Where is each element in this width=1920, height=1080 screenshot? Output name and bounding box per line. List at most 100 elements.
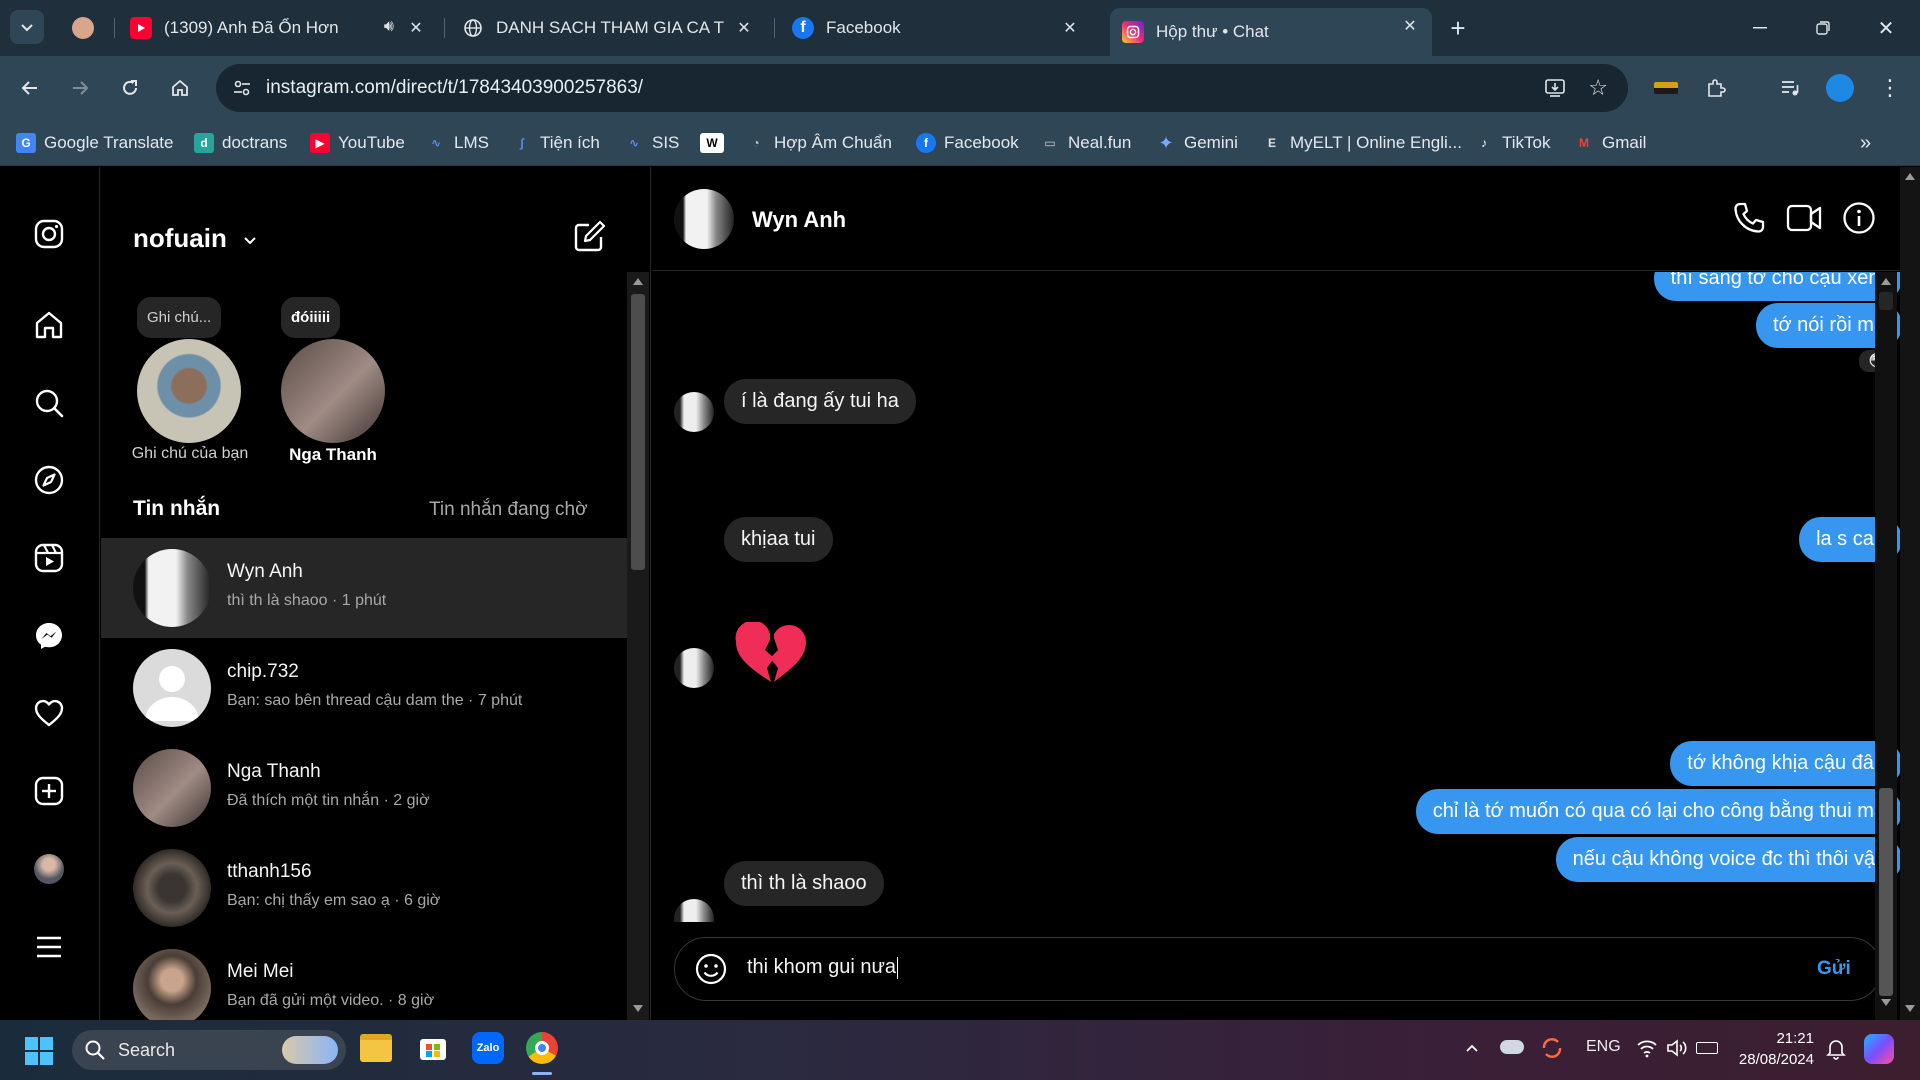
volume-icon[interactable]: [1666, 1038, 1688, 1058]
zalo-icon[interactable]: Zalo: [472, 1032, 504, 1064]
bookmark-sis[interactable]: ∿ SIS: [624, 130, 679, 156]
page-scrollbar[interactable]: [1900, 167, 1920, 1020]
contact-avatar[interactable]: [674, 189, 734, 249]
message-outgoing[interactable]: nếu cậu không voice đc thì thôi vậy: [1555, 837, 1902, 882]
install-app-icon[interactable]: [1544, 77, 1566, 99]
message-outgoing[interactable]: tớ không khịa cậu đâu: [1670, 741, 1902, 786]
site-info-icon[interactable]: [232, 78, 252, 98]
close-tab-icon[interactable]: ✕: [1398, 14, 1422, 38]
copilot-icon[interactable]: [1864, 1034, 1894, 1064]
more-menu-icon[interactable]: [30, 928, 68, 966]
bookmark-gemini[interactable]: ✦ Gemini: [1156, 130, 1237, 156]
tab-danh-sach[interactable]: DANH SACH THAM GIA CA THI ✕: [450, 10, 766, 46]
bookmark-myelt[interactable]: E MyELT | Online Engli...: [1262, 130, 1462, 156]
show-hidden-icons-chevron[interactable]: [1464, 1040, 1480, 1056]
notification-bell-icon[interactable]: [1826, 1038, 1846, 1060]
search-icon[interactable]: [30, 384, 68, 422]
scroll-up-arrow[interactable]: [633, 278, 643, 285]
start-windows-icon[interactable]: [24, 1036, 54, 1066]
back-icon[interactable]: [12, 70, 48, 106]
menu-kebab-icon[interactable]: ⋮: [1872, 70, 1908, 106]
messenger-icon[interactable]: [30, 617, 68, 655]
account-switcher[interactable]: nofuain: [133, 223, 258, 254]
tab-facebook[interactable]: f Facebook ✕: [780, 10, 1092, 46]
new-message-icon[interactable]: [573, 219, 607, 253]
scrollbar-thumb-main[interactable]: [1879, 788, 1893, 996]
scroll-down-arrow[interactable]: [1905, 1005, 1915, 1012]
microsoft-store-icon[interactable]: [418, 1032, 448, 1062]
speaker-icon[interactable]: 🔊︎: [384, 18, 394, 36]
bookmark-doctrans[interactable]: d doctrans: [194, 130, 287, 156]
scrollbar-thumb[interactable]: [1879, 292, 1893, 310]
bookmark-neal-fun[interactable]: ▭ Neal.fun: [1040, 130, 1131, 156]
wifi-icon[interactable]: [1636, 1038, 1658, 1058]
scroll-down-arrow[interactable]: [633, 1005, 643, 1012]
taskbar-search-box[interactable]: Search: [72, 1030, 346, 1070]
instagram-logo-icon[interactable]: [30, 215, 68, 253]
home-icon[interactable]: [30, 306, 68, 344]
extensions-puzzle-icon[interactable]: [1698, 70, 1734, 106]
media-control-icon[interactable]: [1772, 70, 1808, 106]
bookmark-google-translate[interactable]: G Google Translate: [16, 130, 173, 156]
address-bar[interactable]: instagram.com/direct/t/17843403900257863…: [216, 64, 1628, 112]
scroll-up-arrow[interactable]: [1881, 278, 1891, 285]
notifications-heart-icon[interactable]: [30, 694, 68, 732]
tab-search-dropdown-icon[interactable]: [10, 10, 44, 44]
conversation-info-icon[interactable]: [1842, 201, 1876, 235]
conversation-item[interactable]: chip.732 Bạn: sao bên thread cậu dam the…: [101, 638, 629, 738]
close-tab-icon[interactable]: ✕: [404, 16, 428, 40]
bookmarks-overflow-icon[interactable]: »: [1860, 130, 1871, 156]
message-incoming[interactable]: khịaa tui: [724, 517, 833, 562]
chat-scrollbar[interactable]: [1875, 272, 1897, 1020]
tab-avatar[interactable]: [60, 10, 112, 46]
reload-icon[interactable]: [112, 70, 148, 106]
clock-time[interactable]: 21:21: [1746, 1030, 1814, 1047]
bookmark-facebook[interactable]: f Facebook: [916, 130, 1019, 156]
extension-hat-icon[interactable]: [1648, 70, 1684, 106]
close-tab-icon[interactable]: ✕: [1058, 16, 1082, 40]
reels-icon[interactable]: [30, 539, 68, 577]
message-input[interactable]: thi khom gui nưa: [747, 956, 1747, 984]
contact-name[interactable]: Wyn Anh: [752, 207, 846, 233]
sync-icon[interactable]: [1540, 1036, 1564, 1060]
minimize-icon[interactable]: [1742, 10, 1778, 46]
emoji-picker-icon[interactable]: [695, 953, 727, 985]
scroll-up-arrow[interactable]: [1905, 173, 1915, 180]
battery-icon[interactable]: [1696, 1042, 1718, 1054]
message-broken-heart[interactable]: 💔: [734, 622, 808, 688]
message-outgoing[interactable]: thì sáng tớ cho cậu xem: [1653, 272, 1902, 301]
message-outgoing[interactable]: chỉ là tớ muốn có qua có lại cho công bằ…: [1415, 789, 1902, 834]
forward-icon[interactable]: [62, 70, 98, 106]
clock-date[interactable]: 28/08/2024: [1736, 1051, 1814, 1068]
language-indicator[interactable]: ENG: [1586, 1038, 1621, 1056]
message-incoming[interactable]: í là đang ấy tui ha: [724, 379, 916, 424]
bookmark-hop-am-chuan[interactable]: ◔ Hợp Âm Chuẩn: [746, 130, 892, 156]
bookmark-tien-ich[interactable]: ∫ Tiện ích: [512, 130, 600, 156]
message-requests-link[interactable]: Tin nhắn đang chờ: [429, 499, 588, 521]
audio-call-icon[interactable]: [1732, 201, 1766, 235]
bookmark-lms[interactable]: ∿ LMS: [426, 130, 489, 156]
bookmark-gmail[interactable]: M Gmail: [1574, 130, 1646, 156]
scroll-down-arrow[interactable]: [1881, 999, 1891, 1006]
profile-avatar-icon[interactable]: [1822, 70, 1858, 106]
onedrive-icon[interactable]: [1500, 1040, 1524, 1054]
bookmark-wikipedia[interactable]: W: [700, 130, 732, 156]
create-plus-icon[interactable]: [30, 772, 68, 810]
bookmark-star-icon[interactable]: ☆: [1588, 75, 1608, 101]
message-incoming[interactable]: thì th là shaoo: [724, 861, 884, 906]
profile-avatar[interactable]: [30, 850, 68, 888]
close-window-icon[interactable]: ✕: [1868, 10, 1904, 46]
tab-youtube[interactable]: (1309) Anh Đã Ổn Hơn - RP 🔊︎ ✕: [118, 10, 438, 46]
file-explorer-icon[interactable]: [360, 1034, 392, 1062]
conversation-item[interactable]: Nga Thanh Đã thích một tin nhắn · 2 giờ: [101, 738, 629, 838]
bookmark-tiktok[interactable]: ♪ TikTok: [1474, 130, 1551, 156]
conversation-item[interactable]: tthanh156 Bạn: chị thấy em sao ạ · 6 giờ: [101, 838, 629, 938]
inbox-scrollbar[interactable]: [627, 272, 649, 1020]
send-button[interactable]: Gửi: [1817, 958, 1851, 980]
bookmark-youtube[interactable]: ▶ YouTube: [310, 130, 405, 156]
restore-icon[interactable]: [1805, 10, 1841, 46]
video-call-icon[interactable]: [1786, 203, 1822, 233]
home-icon[interactable]: [162, 70, 198, 106]
conversation-item[interactable]: Wyn Anh thì th là shaoo · 1 phút: [101, 538, 629, 638]
explore-compass-icon[interactable]: [30, 461, 68, 499]
